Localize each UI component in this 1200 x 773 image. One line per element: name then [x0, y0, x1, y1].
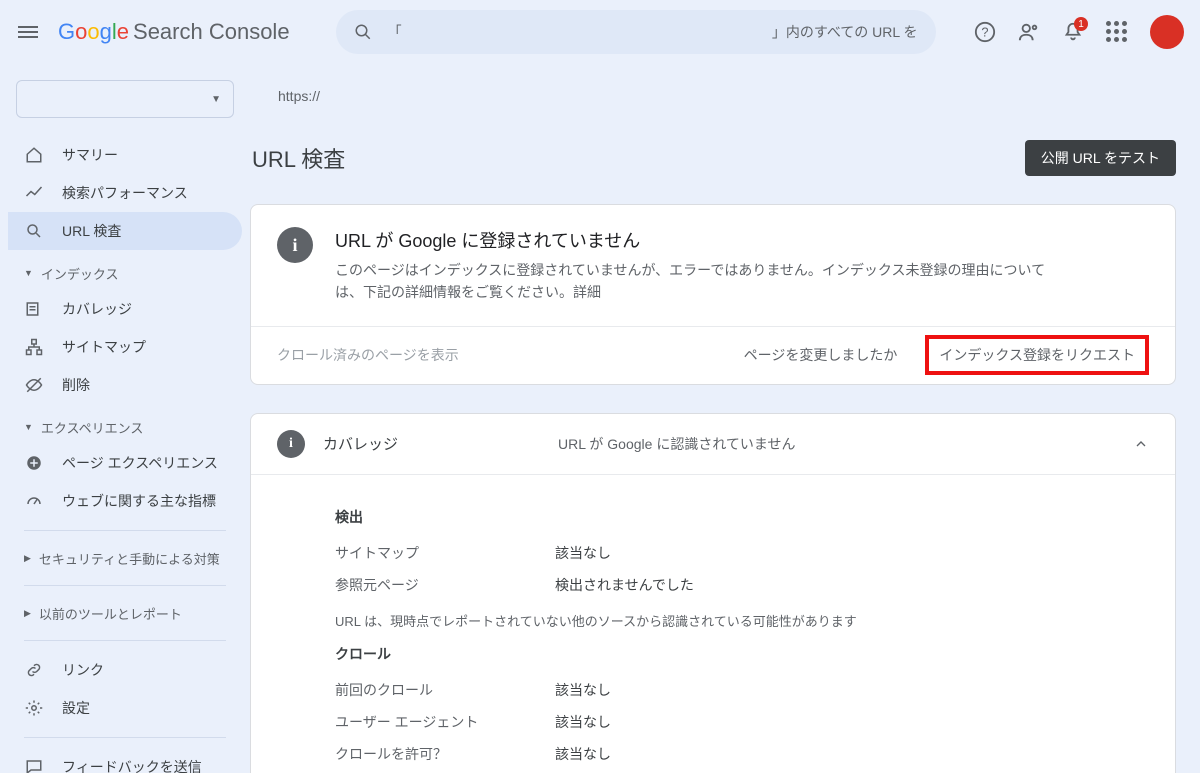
gauge-icon [24, 491, 44, 511]
avatar[interactable] [1150, 15, 1184, 49]
sidebar: ▼ サマリー 検索パフォーマンス URL 検査 ▼インデックス カバレッジ [0, 64, 250, 773]
section-crawl: クロール [335, 644, 1115, 664]
sidebar-item-label: ウェブに関する主な指標 [62, 491, 216, 511]
sidebar-item-label: フィードバックを送信 [62, 757, 202, 773]
product-logo: Google Search Console [58, 19, 290, 45]
eye-off-icon [24, 375, 44, 395]
help-icon[interactable]: ? [974, 21, 996, 43]
status-desc: このページはインデックスに登録されていませんが、エラーではありません。インデック… [335, 259, 1055, 304]
sidebar-group-legacy[interactable]: ▶以前のツールとレポート [8, 596, 242, 630]
inspected-url: https:// [250, 80, 1176, 112]
sidebar-item-label: カバレッジ [62, 299, 132, 319]
caret-right-icon: ▶ [24, 608, 31, 619]
url-search-input[interactable]: 「 」内のすべての URL を [336, 10, 936, 54]
request-indexing-link[interactable]: インデックス登録をリクエスト [939, 347, 1135, 363]
sidebar-item-removals[interactable]: 削除 [8, 366, 242, 404]
search-icon [354, 23, 372, 41]
product-name: Search Console [133, 19, 290, 45]
feedback-icon [24, 757, 44, 773]
divider [24, 530, 226, 531]
sidebar-item-feedback[interactable]: フィードバックを送信 [8, 748, 242, 773]
sidebar-group-security[interactable]: ▶セキュリティと手動による対策 [8, 541, 242, 575]
sidebar-item-coverage[interactable]: カバレッジ [8, 290, 242, 328]
notification-count: 1 [1074, 17, 1088, 31]
page-changed-link[interactable]: ページを変更しましたか [744, 345, 898, 365]
trend-icon [24, 183, 44, 203]
sidebar-group-experience[interactable]: ▼エクスペリエンス [8, 410, 242, 444]
view-crawled-page-link: クロール済みのページを表示 [277, 345, 459, 365]
divider [24, 640, 226, 641]
svg-text:?: ? [981, 25, 988, 40]
chevron-up-icon [1133, 436, 1149, 452]
coverage-summary: URL が Google に認識されていません [558, 434, 795, 454]
status-card: i URL が Google に登録されていません このページはインデックスに登… [250, 204, 1176, 385]
sidebar-item-label: 検索パフォーマンス [62, 183, 188, 203]
sidebar-item-label: サマリー [62, 145, 118, 165]
sidebar-item-settings[interactable]: 設定 [8, 689, 242, 727]
sidebar-item-summary[interactable]: サマリー [8, 136, 242, 174]
gear-icon [24, 698, 44, 718]
kv-value: 該当なし [555, 543, 611, 563]
sidebar-item-label: サイトマップ [62, 337, 146, 357]
home-icon [24, 145, 44, 165]
sidebar-item-web-vitals[interactable]: ウェブに関する主な指標 [8, 482, 242, 520]
coverage-label: カバレッジ [323, 433, 398, 454]
test-live-url-button[interactable]: 公開 URL をテスト [1025, 140, 1176, 176]
sidebar-item-sitemap[interactable]: サイトマップ [8, 328, 242, 366]
notifications-icon[interactable]: 1 [1062, 21, 1084, 43]
search-text-right: 」内のすべての URL を [772, 22, 918, 42]
property-selector[interactable]: ▼ [16, 80, 234, 118]
coverage-card: i カバレッジ URL が Google に認識されていません 検出 サイトマッ… [250, 413, 1176, 773]
apps-grid-icon[interactable] [1106, 21, 1128, 43]
sidebar-item-label: 設定 [62, 698, 90, 718]
coverage-header[interactable]: i カバレッジ URL が Google に認識されていません [251, 414, 1175, 475]
link-icon [24, 660, 44, 680]
search-text-left: 「 [388, 22, 402, 42]
sidebar-item-performance[interactable]: 検索パフォーマンス [8, 174, 242, 212]
search-icon [24, 221, 44, 241]
caret-right-icon: ▶ [24, 553, 31, 564]
info-icon: i [277, 227, 313, 263]
kv-key: 前回のクロール [335, 680, 555, 700]
sidebar-group-index[interactable]: ▼インデックス [8, 256, 242, 290]
kv-key: クロールを許可？ [335, 744, 555, 764]
kv-value: 該当なし [555, 744, 611, 764]
kv-key: 参照元ページ [335, 575, 555, 595]
sidebar-item-label: ページ エクスペリエンス [62, 453, 218, 473]
sidebar-item-links[interactable]: リンク [8, 651, 242, 689]
sidebar-item-page-exp[interactable]: ページ エクスペリエンス [8, 444, 242, 482]
kv-value: 該当なし [555, 712, 611, 732]
learn-more-link[interactable]: 詳細 [573, 284, 601, 300]
kv-key: サイトマップ [335, 543, 555, 563]
sidebar-item-label: URL 検査 [62, 221, 121, 241]
info-icon: i [277, 430, 305, 458]
sidebar-item-label: リンク [62, 660, 104, 680]
kv-value: 検出されませんでした [555, 575, 694, 595]
caret-down-icon: ▼ [211, 94, 221, 105]
discovery-note: URL は、現時点でレポートされていない他のソースから認識されている可能性があり… [335, 611, 1115, 630]
list-icon [24, 299, 44, 319]
section-discovery: 検出 [335, 507, 1115, 527]
kv-key: ユーザー エージェント [335, 712, 555, 732]
status-title: URL が Google に登録されていません [335, 227, 1055, 253]
sidebar-item-label: 削除 [62, 375, 90, 395]
caret-down-icon: ▼ [24, 422, 33, 432]
sitemap-icon [24, 337, 44, 357]
circle-plus-icon [24, 453, 44, 473]
main-content: https:// URL 検査 公開 URL をテスト i URL が Goog… [250, 64, 1200, 773]
divider [24, 737, 226, 738]
sidebar-item-url-inspect[interactable]: URL 検査 [8, 212, 242, 250]
caret-down-icon: ▼ [24, 268, 33, 278]
page-title: URL 検査 [252, 142, 345, 174]
hamburger-menu-icon[interactable] [16, 20, 40, 44]
kv-value: 該当なし [555, 680, 611, 700]
highlight-annotation: インデックス登録をリクエスト [925, 335, 1149, 375]
users-icon[interactable] [1018, 21, 1040, 43]
divider [24, 585, 226, 586]
